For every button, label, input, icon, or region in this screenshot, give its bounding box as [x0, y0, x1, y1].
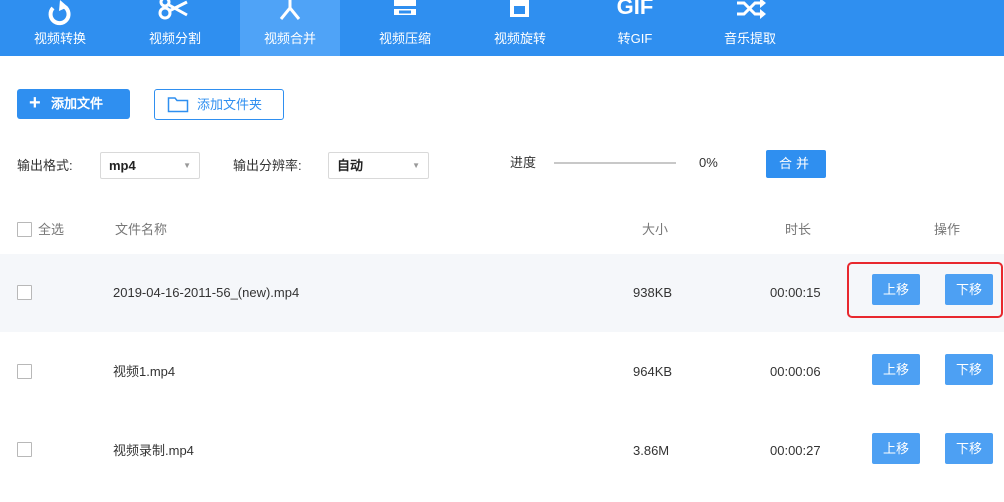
move-down-button[interactable]: 下移 [945, 354, 993, 385]
add-file-button[interactable]: + 添加文件 [17, 89, 130, 119]
tool-label: 视频压缩 [378, 31, 431, 46]
chevron-down-icon: ▼ [412, 161, 420, 170]
header-size: 大小 [642, 222, 669, 237]
file-name: 视频录制.mp4 [113, 443, 194, 458]
output-format-value: mp4 [109, 158, 136, 173]
header-actions: 操作 [934, 222, 961, 237]
file-name: 2019-04-16-2011-56_(new).mp4 [113, 285, 300, 300]
file-duration: 00:00:15 [770, 285, 821, 300]
select-all-label: 全选 [38, 222, 65, 237]
shuffle-icon [700, 0, 800, 28]
file-size: 3.86M [633, 443, 670, 458]
merge-label: 合并 [778, 156, 813, 171]
add-folder-label: 添加文件夹 [197, 97, 263, 112]
chevron-down-icon: ▼ [183, 161, 191, 170]
tool-label: 音乐提取 [723, 31, 776, 46]
tool-label: 视频分割 [148, 31, 201, 46]
tool-to-gif[interactable]: GIF 转GIF [585, 0, 685, 56]
compress-icon [355, 0, 455, 28]
file-size: 938KB [633, 285, 673, 300]
output-format-label: 输出格式: [17, 158, 73, 173]
output-resolution-value: 自动 [337, 158, 364, 173]
header-duration: 时长 [785, 222, 812, 237]
table-row: 视频录制.mp4 3.86M 00:00:27 上移 下移 [0, 411, 1004, 489]
merge-icon [240, 0, 340, 28]
row-checkbox[interactable] [17, 364, 32, 379]
gif-icon: GIF [585, 0, 685, 28]
tool-label: 视频合并 [263, 31, 316, 46]
output-format-select[interactable]: mp4 ▼ [100, 152, 200, 179]
header-file-name: 文件名称 [115, 222, 168, 237]
tool-video-rotate[interactable]: 视频旋转 [470, 0, 570, 56]
scissors-icon [125, 0, 225, 28]
row-checkbox[interactable] [17, 442, 32, 457]
tool-label: 视频旋转 [493, 31, 546, 46]
tool-audio-extract[interactable]: 音乐提取 [700, 0, 800, 56]
progress-bar [554, 162, 676, 164]
file-size: 964KB [633, 364, 673, 379]
tool-video-convert[interactable]: 视频转换 [10, 0, 110, 56]
merge-button[interactable]: 合并 [766, 150, 826, 178]
tool-label: 视频转换 [33, 31, 86, 46]
file-name: 视频1.mp4 [113, 364, 176, 379]
plus-icon: + [29, 92, 41, 114]
gif-text: GIF [616, 0, 654, 19]
move-up-button[interactable]: 上移 [872, 433, 920, 464]
convert-icon [10, 0, 110, 28]
tool-label: 转GIF [617, 31, 653, 46]
table-row: 视频1.mp4 964KB 00:00:06 上移 下移 [0, 333, 1004, 411]
output-resolution-select[interactable]: 自动 ▼ [328, 152, 429, 179]
rotate-icon [470, 0, 570, 28]
row-checkbox[interactable] [17, 285, 32, 300]
move-down-button[interactable]: 下移 [945, 433, 993, 464]
progress-label: 进度 [510, 155, 537, 170]
top-toolbar: 视频转换 视频分割 视频合并 视频压缩 视频旋转 GIF 转GIF 音乐提取 [0, 0, 1004, 56]
folder-icon [167, 97, 189, 113]
tool-video-split[interactable]: 视频分割 [125, 0, 225, 56]
file-duration: 00:00:27 [770, 443, 821, 458]
select-all-checkbox[interactable] [17, 222, 32, 237]
tool-video-compress[interactable]: 视频压缩 [355, 0, 455, 56]
add-folder-button[interactable]: 添加文件夹 [154, 89, 284, 120]
highlight-annotation-box [847, 262, 1003, 318]
file-duration: 00:00:06 [770, 364, 821, 379]
tool-video-merge[interactable]: 视频合并 [240, 0, 340, 56]
output-resolution-label: 输出分辨率: [233, 158, 302, 173]
add-file-label: 添加文件 [51, 96, 104, 111]
progress-percent: 0% [699, 155, 718, 170]
move-up-button[interactable]: 上移 [872, 354, 920, 385]
